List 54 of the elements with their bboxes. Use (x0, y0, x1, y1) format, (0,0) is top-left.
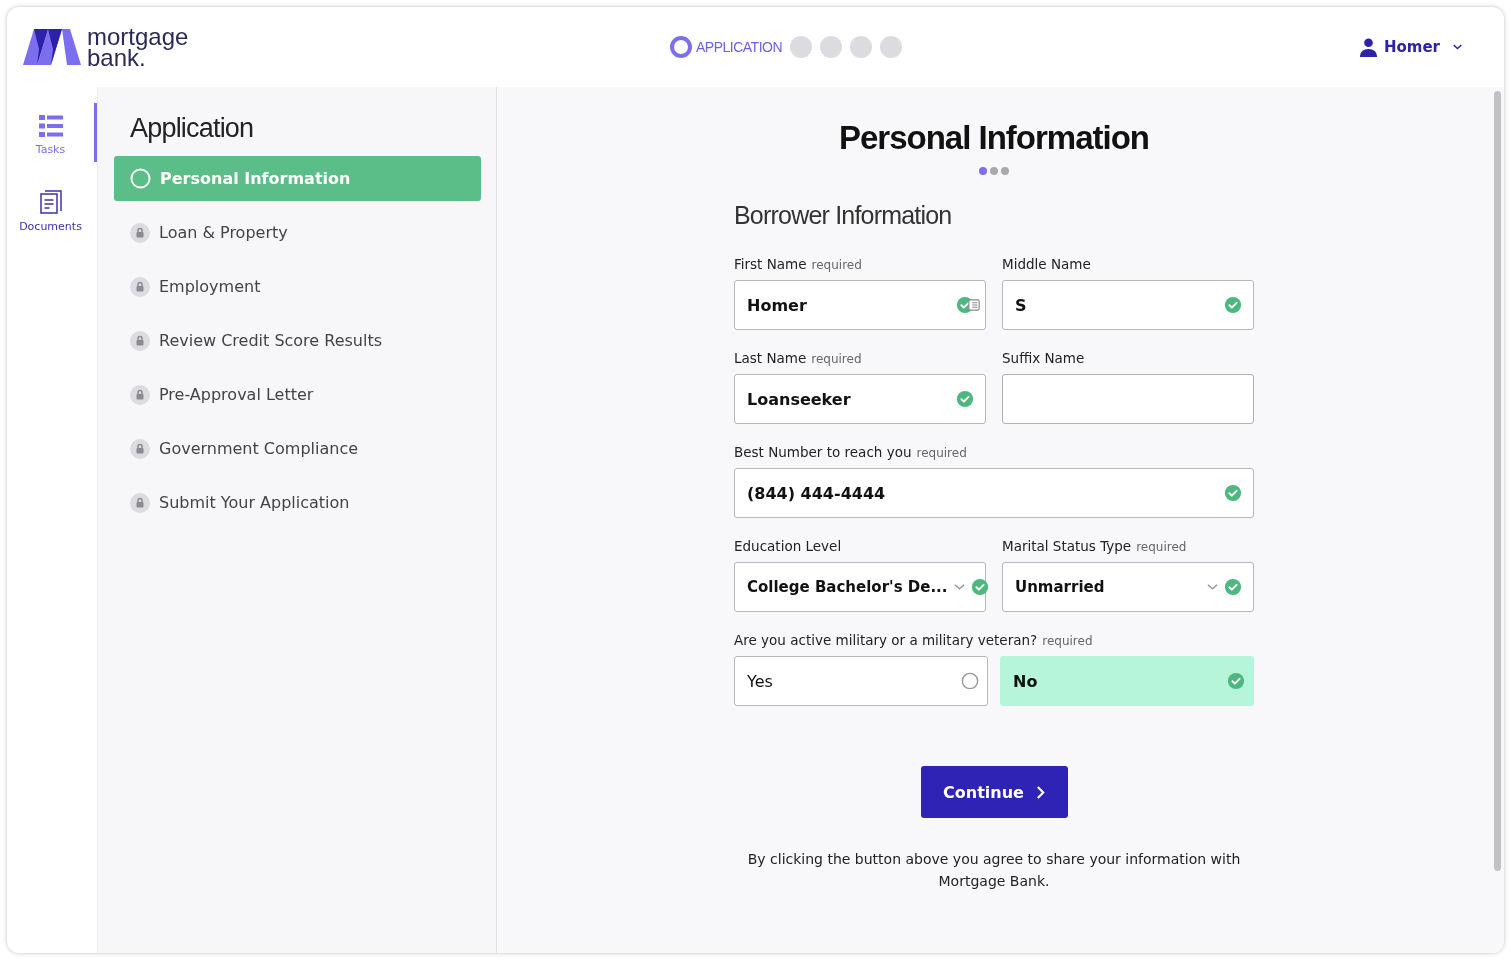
radio-icon (961, 672, 979, 690)
circle-icon (130, 168, 151, 189)
documents-icon (39, 190, 62, 214)
field-label: Are you active military or a military veteran? (734, 632, 1038, 648)
chevron-down-icon (953, 583, 965, 591)
lock-icon (130, 438, 150, 459)
input-field[interactable]: Homer (734, 280, 986, 330)
lock-icon (130, 276, 150, 297)
list-icon (38, 115, 63, 137)
user-icon (1359, 37, 1377, 57)
input-field[interactable]: (844) 444-4444 (734, 468, 1254, 518)
rail-nav-item[interactable]: Documents (7, 178, 97, 239)
field-label: Middle Name (1002, 256, 1091, 272)
field-label: First Name (734, 256, 807, 272)
logo-mark-icon (23, 28, 81, 66)
lock-icon (130, 222, 150, 243)
lock-icon (130, 330, 150, 351)
dropdown-field[interactable]: College Bachelor's De... (734, 562, 986, 612)
sidebar-item[interactable]: Submit Your Application (114, 480, 481, 525)
field-label: Suffix Name (1002, 350, 1085, 366)
sidebar-item[interactable]: Government Compliance (114, 426, 481, 471)
field-label: Education Level (734, 538, 842, 554)
field-label: Best Number to reach you (734, 444, 912, 460)
input-field[interactable]: Loanseeker (734, 374, 986, 424)
sidebar-item[interactable]: Review Credit Score Results (114, 318, 481, 363)
required-note: required (1042, 634, 1093, 648)
required-note: required (916, 446, 967, 460)
continue-button[interactable]: Continue (920, 766, 1068, 818)
sidebar-title: Application (130, 113, 255, 144)
sidebar-item[interactable]: Pre-Approval Letter (114, 372, 481, 417)
caret-icon (1453, 44, 1462, 50)
radio-option[interactable]: Yes (734, 656, 988, 706)
input-field[interactable] (1002, 374, 1254, 424)
required-note: required (1136, 540, 1187, 554)
user-menu[interactable]: Homer (1359, 37, 1462, 57)
sidebar-item[interactable]: Employment (114, 264, 481, 309)
field-label: Marital Status Type (1002, 538, 1132, 554)
chevron-down-icon (1207, 583, 1218, 591)
progress-step-label: APPLICATION (696, 39, 783, 55)
sidebar-item[interactable]: Loan & Property (114, 210, 481, 255)
logo-text: mortgage bank. (87, 26, 189, 68)
check-circle-icon (1227, 672, 1245, 690)
radio-option[interactable]: No (1000, 656, 1254, 706)
required-note: required (811, 258, 862, 272)
lock-icon (130, 384, 150, 405)
section-title: Borrower Information (734, 201, 953, 230)
chevron-right-icon (1035, 784, 1045, 800)
disclaimer-text: By clicking the button above you agree to share your information with Mortgage Bank. (746, 850, 1242, 891)
required-note: required (811, 352, 862, 366)
input-field[interactable]: S (1002, 280, 1254, 330)
field-label: Last Name (734, 350, 807, 366)
lock-icon (130, 492, 150, 513)
page-title: Personal Information (837, 119, 1151, 157)
dropdown-field[interactable]: Unmarried (1002, 562, 1254, 612)
